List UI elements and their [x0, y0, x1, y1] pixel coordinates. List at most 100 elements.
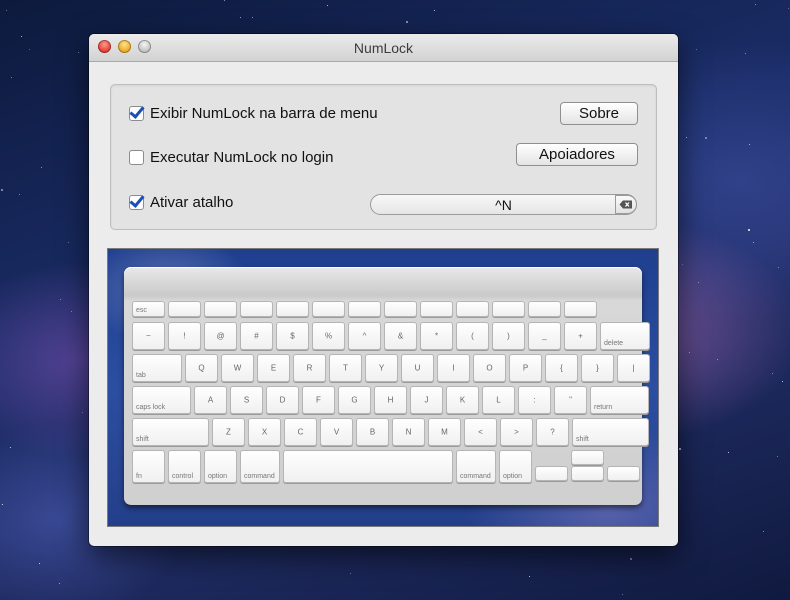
- key-label: E: [270, 363, 277, 373]
- star: [745, 53, 746, 54]
- star: [327, 5, 328, 6]
- keyboard-key: #: [240, 322, 273, 350]
- keyboard-key: tab: [132, 354, 182, 382]
- keyboard-key: ": [554, 386, 587, 414]
- keyboard-key: &: [384, 322, 417, 350]
- key-label: @: [216, 331, 225, 341]
- supporters-button[interactable]: Apoiadores: [516, 143, 638, 166]
- star: [748, 229, 750, 231]
- key-label: esc: [136, 307, 147, 314]
- star: [71, 311, 72, 312]
- key-label: >: [514, 427, 519, 437]
- star: [39, 563, 40, 564]
- key-label: control: [172, 473, 194, 480]
- keyboard-key: [283, 450, 453, 483]
- star: [682, 264, 683, 265]
- keyboard-key: O: [473, 354, 506, 382]
- keyboard-key: I: [437, 354, 470, 382]
- star: [753, 242, 754, 243]
- key-label: shift: [576, 436, 589, 443]
- keyboard-key: ): [492, 322, 525, 350]
- options-group: Exibir NumLock na barra de menu Executar…: [110, 84, 657, 230]
- keyboard-key: U: [401, 354, 434, 382]
- clear-shortcut-button[interactable]: [615, 195, 637, 214]
- keyboard-key: H: [374, 386, 407, 414]
- keyboard-key: [240, 301, 273, 317]
- key-label: V: [333, 427, 340, 437]
- star: [782, 381, 783, 382]
- run-at-login-option[interactable]: Executar NumLock no login: [129, 149, 333, 166]
- keyboard-key: D: [266, 386, 299, 414]
- key-label: command: [244, 473, 275, 480]
- star: [2, 504, 3, 505]
- keyboard-key: [312, 301, 345, 317]
- key-label: command: [460, 473, 491, 480]
- key-label: |: [632, 363, 635, 373]
- star: [728, 452, 729, 453]
- keyboard-key: Y: [365, 354, 398, 382]
- key-label: B: [369, 427, 376, 437]
- star: [6, 10, 7, 11]
- keyboard-key: command: [456, 450, 496, 483]
- run-at-login-checkbox[interactable]: [129, 150, 144, 165]
- key-label: N: [405, 427, 412, 437]
- about-button[interactable]: Sobre: [560, 102, 638, 125]
- keyboard-key: delete: [600, 322, 650, 350]
- keyboard-key: W: [221, 354, 254, 382]
- star: [772, 373, 773, 374]
- key-label: (: [471, 331, 474, 341]
- keyboard-key: S: [230, 386, 263, 414]
- star: [529, 576, 530, 577]
- star: [778, 267, 779, 268]
- show-in-menubar-option[interactable]: Exibir NumLock na barra de menu: [129, 105, 378, 122]
- key-label: K: [459, 395, 466, 405]
- star: [82, 412, 83, 413]
- star: [763, 531, 764, 532]
- enable-shortcut-option[interactable]: Ativar atalho: [129, 194, 233, 211]
- star: [749, 144, 750, 145]
- show-in-menubar-checkbox[interactable]: [129, 106, 144, 121]
- key-label: C: [297, 427, 304, 437]
- keyboard-key: C: [284, 418, 317, 446]
- key-label: ": [569, 395, 572, 405]
- clear-icon: [619, 200, 632, 209]
- star: [10, 447, 11, 448]
- keyboard-key: !: [168, 322, 201, 350]
- keyboard-key: *: [420, 322, 453, 350]
- keyboard-key: V: [320, 418, 353, 446]
- enable-shortcut-label: Ativar atalho: [150, 194, 234, 211]
- title-bar[interactable]: NumLock: [89, 34, 678, 62]
- keyboard-key: [168, 301, 201, 317]
- numlock-window: NumLock Exibir NumLock na barra de menu …: [89, 34, 678, 546]
- star: [622, 594, 623, 595]
- star: [68, 242, 69, 243]
- key-label: fn: [136, 473, 142, 480]
- key-label: caps lock: [136, 404, 166, 411]
- keyboard-key: [204, 301, 237, 317]
- star: [777, 456, 778, 457]
- key-label: &: [397, 331, 404, 341]
- arrow-right-key: [607, 466, 640, 481]
- key-label: !: [183, 331, 186, 341]
- keyboard-key: F: [302, 386, 335, 414]
- star: [755, 4, 756, 5]
- key-label: ^: [362, 331, 367, 341]
- keyboard-key: control: [168, 450, 201, 483]
- key-label: option: [208, 473, 228, 480]
- keyboard-key: N: [392, 418, 425, 446]
- keyboard-key: |: [617, 354, 650, 382]
- keyboard-key: P: [509, 354, 542, 382]
- key-label: {: [560, 363, 563, 373]
- key-label: <: [478, 427, 483, 437]
- star: [686, 137, 687, 138]
- shortcut-field[interactable]: ^N: [370, 194, 637, 215]
- key-label: G: [351, 395, 358, 405]
- enable-shortcut-checkbox[interactable]: [129, 195, 144, 210]
- arrow-up-key: [571, 450, 604, 465]
- star: [434, 10, 435, 11]
- star: [224, 0, 225, 1]
- keyboard-key: +: [564, 322, 597, 350]
- star: [240, 17, 241, 18]
- keyboard-key: esc: [132, 301, 165, 317]
- keyboard-key: }: [581, 354, 614, 382]
